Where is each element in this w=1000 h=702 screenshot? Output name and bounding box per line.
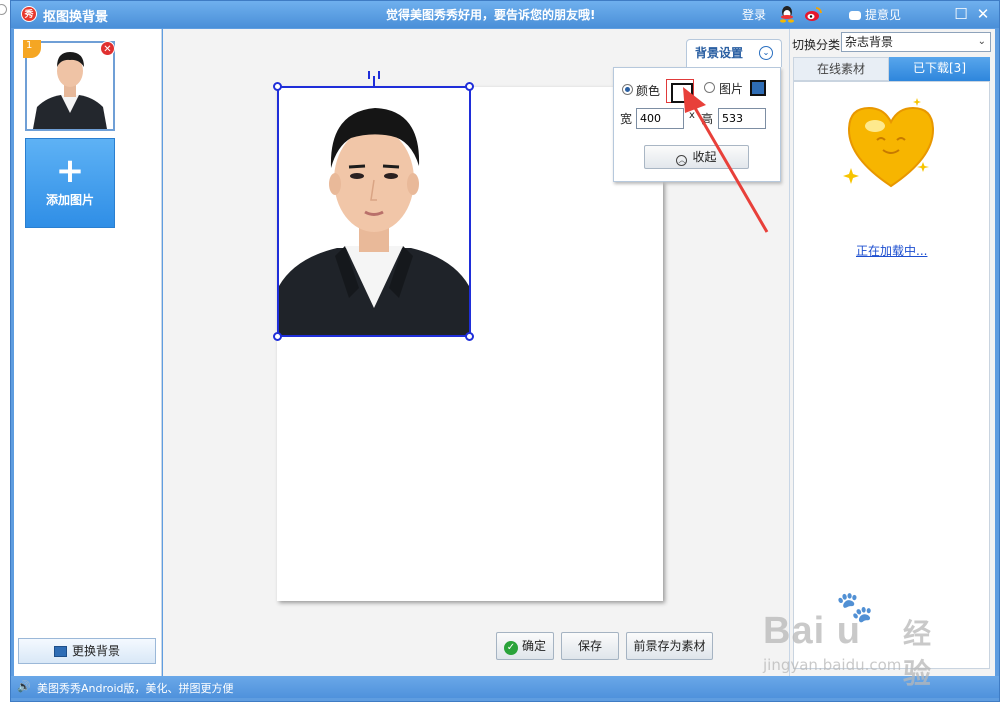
image-icon (53, 646, 67, 657)
background-settings-label: 背景设置 (695, 46, 744, 60)
portrait-photo-image (279, 88, 469, 335)
save-foreground-button[interactable]: 前景存为素材 (626, 632, 713, 660)
foreground-photo[interactable] (277, 86, 471, 337)
title-bar: 秀 抠图换背景 觉得美图秀秀好用，要告诉您的朋友哦! 登录 提意见 ☐ ✕ (11, 1, 999, 28)
close-button[interactable]: ✕ (974, 5, 992, 23)
color-radio-label: 颜色 (636, 84, 661, 98)
check-icon: ✓ (503, 641, 518, 655)
chevron-down-icon: ⌄ (977, 36, 986, 47)
login-link[interactable]: 登录 (742, 6, 766, 23)
image-list-panel: 1 ✕ + 添加图片 更换背景 (14, 29, 162, 676)
feedback-label: 提意见 (865, 8, 902, 22)
portrait-thumbnail-image (27, 43, 113, 129)
chat-icon (849, 11, 861, 20)
category-select[interactable]: 杂志背景 ⌄ (841, 32, 991, 52)
background-settings-tab[interactable]: 背景设置 ⌄ (686, 39, 782, 67)
add-image-label: 添加图片 (45, 193, 94, 207)
change-background-button[interactable]: 更换背景 (18, 638, 156, 664)
speaker-icon: 🔊 (17, 680, 31, 693)
heart-loading-icon (843, 98, 935, 188)
maximize-button[interactable]: ☐ (952, 5, 970, 23)
plus-icon: + (55, 151, 85, 191)
paw-icon: 🐾 (836, 590, 874, 625)
chevron-down-icon: ⌄ (759, 46, 773, 60)
weibo-icon[interactable] (804, 6, 822, 22)
slogan-text: 觉得美图秀秀好用，要告诉您的朋友哦! (386, 8, 596, 22)
confirm-label: 确定 (521, 639, 546, 653)
category-value: 杂志背景 (845, 35, 894, 49)
status-promo-text[interactable]: 美图秀秀Android版，美化、拼图更方便 (37, 680, 234, 696)
feedback-button[interactable]: 提意见 (849, 6, 901, 23)
width-label: 宽 (620, 112, 633, 126)
watermark-brand-cn: 经验 (903, 617, 932, 690)
loading-link[interactable]: 正在加载中... (856, 242, 927, 259)
remove-image-button[interactable]: ✕ (100, 41, 115, 56)
material-panel: 切换分类 杂志背景 ⌄ 在线素材 已下载[3] 正在加载中... (789, 29, 995, 676)
desktop-edge (0, 0, 10, 702)
edge-circle (0, 4, 7, 15)
qq-icon[interactable] (779, 5, 795, 23)
add-image-button[interactable]: + 添加图片 (25, 138, 115, 228)
change-background-label: 更换背景 (71, 644, 120, 658)
confirm-button[interactable]: ✓ 确定 (496, 632, 554, 660)
editing-canvas: 背景设置 ⌄ 颜色 图片 宽 x 高 ︿收起 ✓确定 保存 前景存为素材 (163, 29, 789, 676)
save-button[interactable]: 保存 (561, 632, 619, 660)
material-list: 正在加载中... (793, 81, 990, 669)
window-title: 抠图换背景 (43, 10, 109, 25)
resize-handle-bottom-left[interactable] (273, 332, 282, 341)
status-bar: 🔊 美图秀秀Android版，美化、拼图更方便 (11, 676, 999, 698)
red-arrow-annotation (683, 87, 769, 233)
tab-online-materials[interactable]: 在线素材 (793, 57, 889, 81)
app-logo-icon: 秀 (21, 6, 37, 22)
resize-handle-top-left[interactable] (273, 82, 282, 91)
color-radio[interactable] (622, 84, 633, 95)
switch-category-label: 切换分类 (792, 38, 841, 52)
resize-handle-bottom-right[interactable] (465, 332, 474, 341)
watermark-url: jingyan.baidu.com (763, 656, 902, 674)
resize-handle-top-right[interactable] (465, 82, 474, 91)
tab-downloaded[interactable]: 已下载[3] (889, 57, 990, 81)
